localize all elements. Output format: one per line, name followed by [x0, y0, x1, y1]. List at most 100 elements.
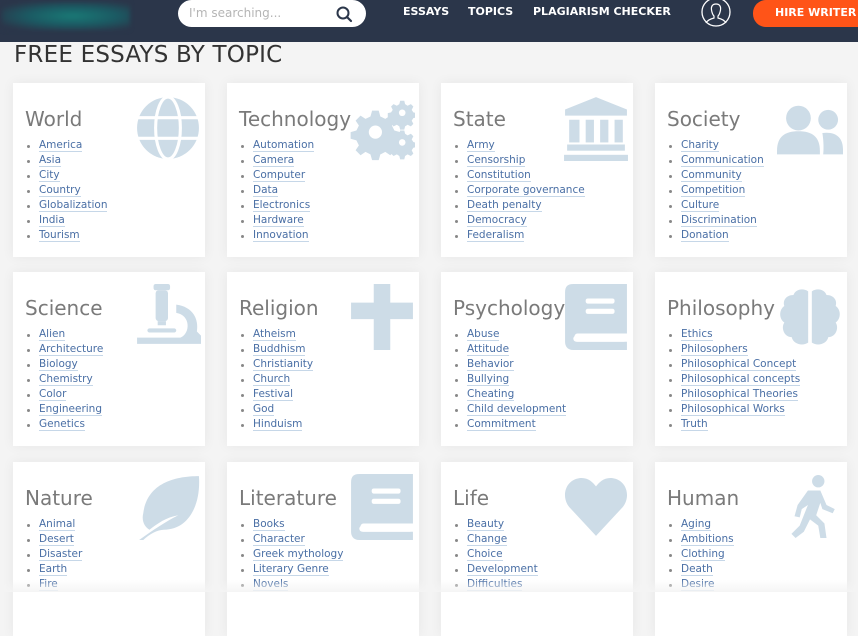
subtopic-link[interactable]: Aging: [681, 518, 712, 531]
subtopic-list: Army Censorship Constitution Corporate gove…: [453, 139, 585, 244]
subtopic-link[interactable]: Literary Genre: [253, 563, 329, 576]
subtopic-link[interactable]: Communication: [681, 154, 764, 167]
subtopic-link[interactable]: Hardware: [253, 214, 304, 227]
subtopic-link[interactable]: Behavior: [467, 358, 514, 371]
subtopic-link[interactable]: God: [253, 403, 275, 416]
subtopic-link[interactable]: Clothing: [681, 548, 725, 561]
subtopic-link[interactable]: Character: [253, 533, 305, 546]
subtopic-link[interactable]: Attitude: [467, 343, 510, 356]
subtopic-link[interactable]: Philosophers: [681, 343, 748, 356]
subtopic-link[interactable]: Philosophical Concept: [681, 358, 797, 371]
subtopic-link[interactable]: Death: [681, 563, 713, 576]
subtopic-link[interactable]: Computer: [253, 169, 306, 182]
subtopic-link[interactable]: Greek mythology: [253, 548, 344, 561]
subtopic-link[interactable]: Federalism: [467, 229, 525, 242]
subtopic-link[interactable]: Camera: [253, 154, 295, 167]
subtopic-link[interactable]: Innovation: [253, 229, 309, 242]
subtopic-link[interactable]: Ambitions: [681, 533, 734, 546]
subtopic-link[interactable]: Beauty: [467, 518, 505, 531]
subtopic-link[interactable]: Constitution: [467, 169, 531, 182]
subtopic-link[interactable]: Atheism: [253, 328, 296, 341]
subtopic-link[interactable]: Charity: [681, 139, 719, 152]
subtopic-link[interactable]: Tourism: [39, 229, 80, 242]
subtopic-link[interactable]: Earth: [39, 563, 68, 576]
subtopic-list-item: America: [25, 139, 107, 154]
subtopic-link[interactable]: Corporate governance: [467, 184, 585, 197]
subtopic-link[interactable]: Ethics: [681, 328, 713, 341]
subtopic-link[interactable]: Genetics: [39, 418, 85, 431]
subtopic-link[interactable]: Discrimination: [681, 214, 757, 227]
subtopic-link[interactable]: Country: [39, 184, 81, 197]
subtopic-list-item: Earth: [25, 563, 82, 578]
topic-title: Psychology: [453, 296, 566, 320]
heart-icon: [563, 474, 629, 540]
subtopic-link[interactable]: Books: [253, 518, 285, 531]
subtopic-link[interactable]: Data: [253, 184, 279, 197]
subtopic-link[interactable]: Buddhism: [253, 343, 306, 356]
subtopic-link[interactable]: Chemistry: [39, 373, 93, 386]
subtopic-link[interactable]: Asia: [39, 154, 62, 167]
subtopic-link[interactable]: Cheating: [467, 388, 515, 401]
subtopic-list-item: Data: [239, 184, 314, 199]
topic-card-psychology: Psychology Abuse Attitude Behavior Bullying C…: [441, 272, 633, 446]
subtopic-link[interactable]: Censorship: [467, 154, 526, 167]
subtopic-list-item: Philosophical Concept: [667, 358, 800, 373]
subtopic-link[interactable]: Army: [467, 139, 495, 152]
nav-essays[interactable]: ESSAYS: [403, 5, 449, 18]
subtopic-link[interactable]: Community: [681, 169, 742, 182]
subtopic-link[interactable]: Festival: [253, 388, 293, 401]
subtopic-link[interactable]: Alien: [39, 328, 66, 341]
site-logo[interactable]: [2, 2, 130, 30]
subtopic-link[interactable]: Philosophical concepts: [681, 373, 801, 386]
subtopic-link[interactable]: Democracy: [467, 214, 527, 227]
search-button[interactable]: [334, 4, 354, 24]
subtopic-list-item: Truth: [667, 418, 800, 433]
subtopic-list-item: Commitment: [453, 418, 566, 433]
subtopic-link[interactable]: Truth: [681, 418, 708, 431]
subtopic-link[interactable]: Electronics: [253, 199, 311, 212]
subtopic-link[interactable]: Christianity: [253, 358, 314, 371]
hire-writer-button[interactable]: HIRE WRITER: [753, 0, 858, 27]
subtopic-list-item: Philosophers: [667, 343, 800, 358]
subtopic-list-item: Bullying: [453, 373, 566, 388]
subtopic-link[interactable]: India: [39, 214, 65, 227]
subtopic-link[interactable]: Philosophical Works: [681, 403, 785, 416]
subtopic-link[interactable]: Biology: [39, 358, 78, 371]
topic-title: Science: [25, 296, 103, 320]
subtopic-link[interactable]: Church: [253, 373, 291, 386]
subtopic-list-item: Federalism: [453, 229, 585, 244]
subtopic-link[interactable]: America: [39, 139, 83, 152]
subtopic-link[interactable]: Animal: [39, 518, 76, 531]
subtopic-link[interactable]: Disaster: [39, 548, 83, 561]
topic-title: Religion: [239, 296, 319, 320]
subtopic-list-item: Development: [453, 563, 538, 578]
subtopic-link[interactable]: Death penalty: [467, 199, 542, 212]
subtopic-link[interactable]: Choice: [467, 548, 503, 561]
subtopic-link[interactable]: Architecture: [39, 343, 104, 356]
subtopic-link[interactable]: Abuse: [467, 328, 500, 341]
subtopic-link[interactable]: Child development: [467, 403, 567, 416]
microscope-icon: [135, 284, 201, 350]
subtopic-link[interactable]: Culture: [681, 199, 720, 212]
subtopic-link[interactable]: Bullying: [467, 373, 510, 386]
search-input[interactable]: [189, 4, 329, 22]
subtopic-link[interactable]: Globalization: [39, 199, 108, 212]
subtopic-list-item: Abuse: [453, 328, 566, 343]
subtopic-link[interactable]: Engineering: [39, 403, 102, 416]
subtopic-link[interactable]: Hinduism: [253, 418, 303, 431]
search-box: [178, 0, 366, 27]
subtopic-link[interactable]: Philosophical Theories: [681, 388, 798, 401]
nav-plagiarism-checker[interactable]: PLAGIARISM CHECKER: [533, 5, 671, 18]
nav-topics[interactable]: TOPICS: [468, 5, 513, 18]
subtopic-link[interactable]: City: [39, 169, 60, 182]
subtopic-link[interactable]: Automation: [253, 139, 315, 152]
subtopic-link[interactable]: Change: [467, 533, 508, 546]
subtopic-link[interactable]: Color: [39, 388, 67, 401]
subtopic-link[interactable]: Competition: [681, 184, 746, 197]
account-button[interactable]: [700, 0, 732, 28]
subtopic-link[interactable]: Desert: [39, 533, 74, 546]
subtopic-link[interactable]: Donation: [681, 229, 729, 242]
subtopic-link[interactable]: Development: [467, 563, 538, 576]
user-icon: [701, 0, 731, 27]
subtopic-link[interactable]: Commitment: [467, 418, 536, 431]
